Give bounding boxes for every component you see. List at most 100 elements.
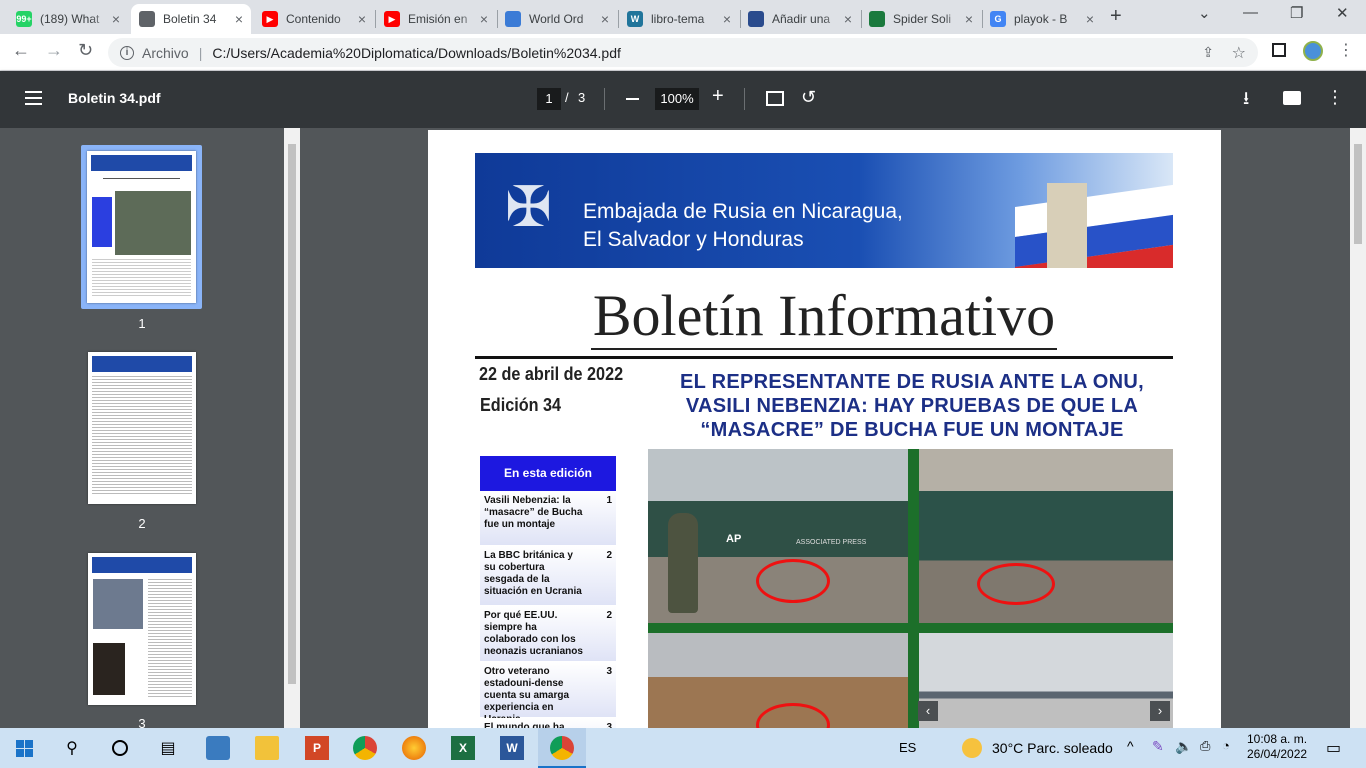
toc-item[interactable]: Vasili Nebenzia: la “masacre” de Bucha f… xyxy=(480,491,616,546)
tab-favicon-icon xyxy=(139,11,155,27)
bookmark-star-icon[interactable]: ☆ xyxy=(1232,43,1246,63)
more-options-icon[interactable]: ⋮ xyxy=(1326,87,1344,108)
close-tab-icon[interactable]: × xyxy=(601,11,609,27)
tab-3[interactable]: ▶ Contenido × xyxy=(254,4,374,34)
new-tab-button[interactable]: + xyxy=(1110,5,1122,28)
page-number-input[interactable]: 1 xyxy=(537,88,561,110)
tab-9[interactable]: Gplayok - B × xyxy=(982,4,1102,34)
toc-item[interactable]: La BBC británica y su cobertura sesgada … xyxy=(480,546,616,606)
menu-icon[interactable]: ⋮ xyxy=(1338,40,1354,60)
minimize-button[interactable]: — xyxy=(1243,4,1258,21)
pdf-page: ✠ Embajada de Rusia en Nicaragua, El Sal… xyxy=(428,130,1221,728)
zoom-input[interactable]: 100% xyxy=(655,88,699,110)
back-button[interactable]: ← xyxy=(12,40,30,61)
network-icon[interactable]: ⎙ xyxy=(1200,738,1210,754)
close-tab-icon[interactable]: × xyxy=(480,11,488,27)
pdf-toolbar: Boletin 34.pdf 1 / 3 100% + ↺ ⭳ ⋮ xyxy=(0,71,1366,128)
thumbnail-page-3[interactable] xyxy=(88,553,196,705)
coat-of-arms-icon: ✠ xyxy=(505,175,552,238)
fit-page-icon[interactable] xyxy=(766,91,784,106)
headline: EL REPRESENTANTE DE RUSIA ANTE LA ONU, V… xyxy=(679,371,1145,441)
close-tab-icon[interactable]: × xyxy=(844,11,852,27)
zoom-out-icon[interactable] xyxy=(626,98,639,100)
photo-watermark: ASSOCIATED PRESS xyxy=(796,539,867,546)
title-text: Boletín Informativo xyxy=(590,283,1058,350)
divider xyxy=(604,88,605,110)
language-indicator[interactable]: ES xyxy=(899,740,916,755)
chevron-up-icon[interactable]: ^ xyxy=(1127,738,1134,754)
toc-item-text: Otro veterano estadouni-dense cuenta su … xyxy=(484,666,570,725)
tab-8[interactable]: Spider Soli × xyxy=(861,4,981,34)
powerpoint-icon[interactable]: P xyxy=(305,736,329,760)
carousel-next-button[interactable]: › xyxy=(1150,701,1170,721)
thumbnail-page-2[interactable] xyxy=(88,352,196,504)
rotate-icon[interactable]: ↺ xyxy=(801,87,816,108)
page-title: Boletín Informativo xyxy=(475,282,1173,350)
pen-icon[interactable]: ✎ xyxy=(1152,738,1164,755)
forward-button[interactable]: → xyxy=(45,40,63,61)
windows-start-icon[interactable] xyxy=(12,736,36,760)
toc-item-page: 2 xyxy=(606,550,612,561)
print-icon[interactable] xyxy=(1283,91,1301,105)
wifi-icon[interactable]: ◔ xyxy=(1222,738,1230,753)
address-bar[interactable]: i Archivo | C:/Users/Academia%20Diplomat… xyxy=(108,38,1258,67)
download-icon[interactable]: ⭳ xyxy=(1243,86,1249,116)
tab-7[interactable]: Añadir una × xyxy=(740,4,860,34)
tab-6[interactable]: Wlibro-tema × xyxy=(619,4,739,34)
sidebar-scrollbar[interactable] xyxy=(284,128,300,728)
close-tab-icon[interactable]: × xyxy=(723,11,731,27)
maximize-button[interactable]: ❐ xyxy=(1290,4,1303,22)
scrollbar-thumb[interactable] xyxy=(1354,144,1362,244)
chrome-icon[interactable] xyxy=(353,736,377,760)
notification-icon[interactable]: ▭ xyxy=(1326,738,1341,758)
main-scrollbar[interactable] xyxy=(1350,128,1366,728)
toc-item[interactable]: Por qué EE.UU. siempre ha colaborado con… xyxy=(480,606,616,662)
close-window-button[interactable]: ✕ xyxy=(1336,4,1349,22)
cortana-icon[interactable] xyxy=(108,736,132,760)
photo-4 xyxy=(919,633,1173,728)
excel-icon[interactable]: X xyxy=(451,736,475,760)
reload-button[interactable]: ↻ xyxy=(78,40,93,61)
close-tab-icon[interactable]: × xyxy=(1086,11,1094,27)
weather-text[interactable]: 30°C Parc. soleado xyxy=(992,740,1113,756)
thumbnail-label: 1 xyxy=(138,316,146,331)
scrollbar-thumb[interactable] xyxy=(288,144,296,684)
tab-2[interactable]: Boletin 34 × xyxy=(131,4,251,34)
clock[interactable]: 10:08 a. m. 26/04/2022 xyxy=(1247,732,1307,762)
toc-item[interactable]: El mundo que ha 3 xyxy=(480,718,616,728)
tab-4[interactable]: ▶ Emisión en × xyxy=(376,4,496,34)
word-icon[interactable]: W xyxy=(500,736,524,760)
soldier-figure xyxy=(668,513,698,613)
close-tab-icon[interactable]: × xyxy=(112,11,120,27)
active-app-highlight[interactable] xyxy=(538,728,586,768)
info-icon[interactable]: i xyxy=(120,45,134,60)
divider xyxy=(475,356,1173,359)
firefox-icon[interactable] xyxy=(402,736,426,760)
reading-mode-icon[interactable] xyxy=(1272,43,1286,57)
volume-icon[interactable]: 🔈 xyxy=(1175,738,1192,755)
tab-5[interactable]: World Ord × xyxy=(497,4,617,34)
task-view-icon[interactable]: ▤ xyxy=(156,736,180,760)
carousel-prev-button[interactable]: ‹ xyxy=(918,701,938,721)
divider: | xyxy=(198,44,203,61)
search-icon[interactable]: ⚲ xyxy=(60,736,84,760)
page-separator: / xyxy=(565,90,569,105)
tab-favicon-icon xyxy=(748,11,764,27)
close-tab-icon[interactable]: × xyxy=(358,11,366,27)
hamburger-menu-icon[interactable] xyxy=(25,91,42,105)
tab-search-icon[interactable]: ⌄ xyxy=(1198,4,1211,22)
share-icon[interactable]: ⇪ xyxy=(1202,44,1214,61)
close-tab-icon[interactable]: × xyxy=(235,11,243,27)
toc-item[interactable]: Otro veterano estadouni-dense cuenta su … xyxy=(480,662,616,725)
file-explorer-icon[interactable] xyxy=(255,736,279,760)
header-banner: ✠ Embajada de Rusia en Nicaragua, El Sal… xyxy=(475,153,1173,268)
thumbnail-page-1[interactable] xyxy=(87,151,196,303)
avatar[interactable] xyxy=(1303,41,1323,61)
control-panel-icon[interactable] xyxy=(206,736,230,760)
zoom-in-icon[interactable]: + xyxy=(712,85,724,108)
close-tab-icon[interactable]: × xyxy=(965,11,973,27)
clock-date: 26/04/2022 xyxy=(1247,747,1308,761)
weather-sun-icon[interactable] xyxy=(962,738,982,758)
tab-1[interactable]: 99+ (189) What × xyxy=(8,4,128,34)
address-source: Archivo xyxy=(142,44,189,61)
